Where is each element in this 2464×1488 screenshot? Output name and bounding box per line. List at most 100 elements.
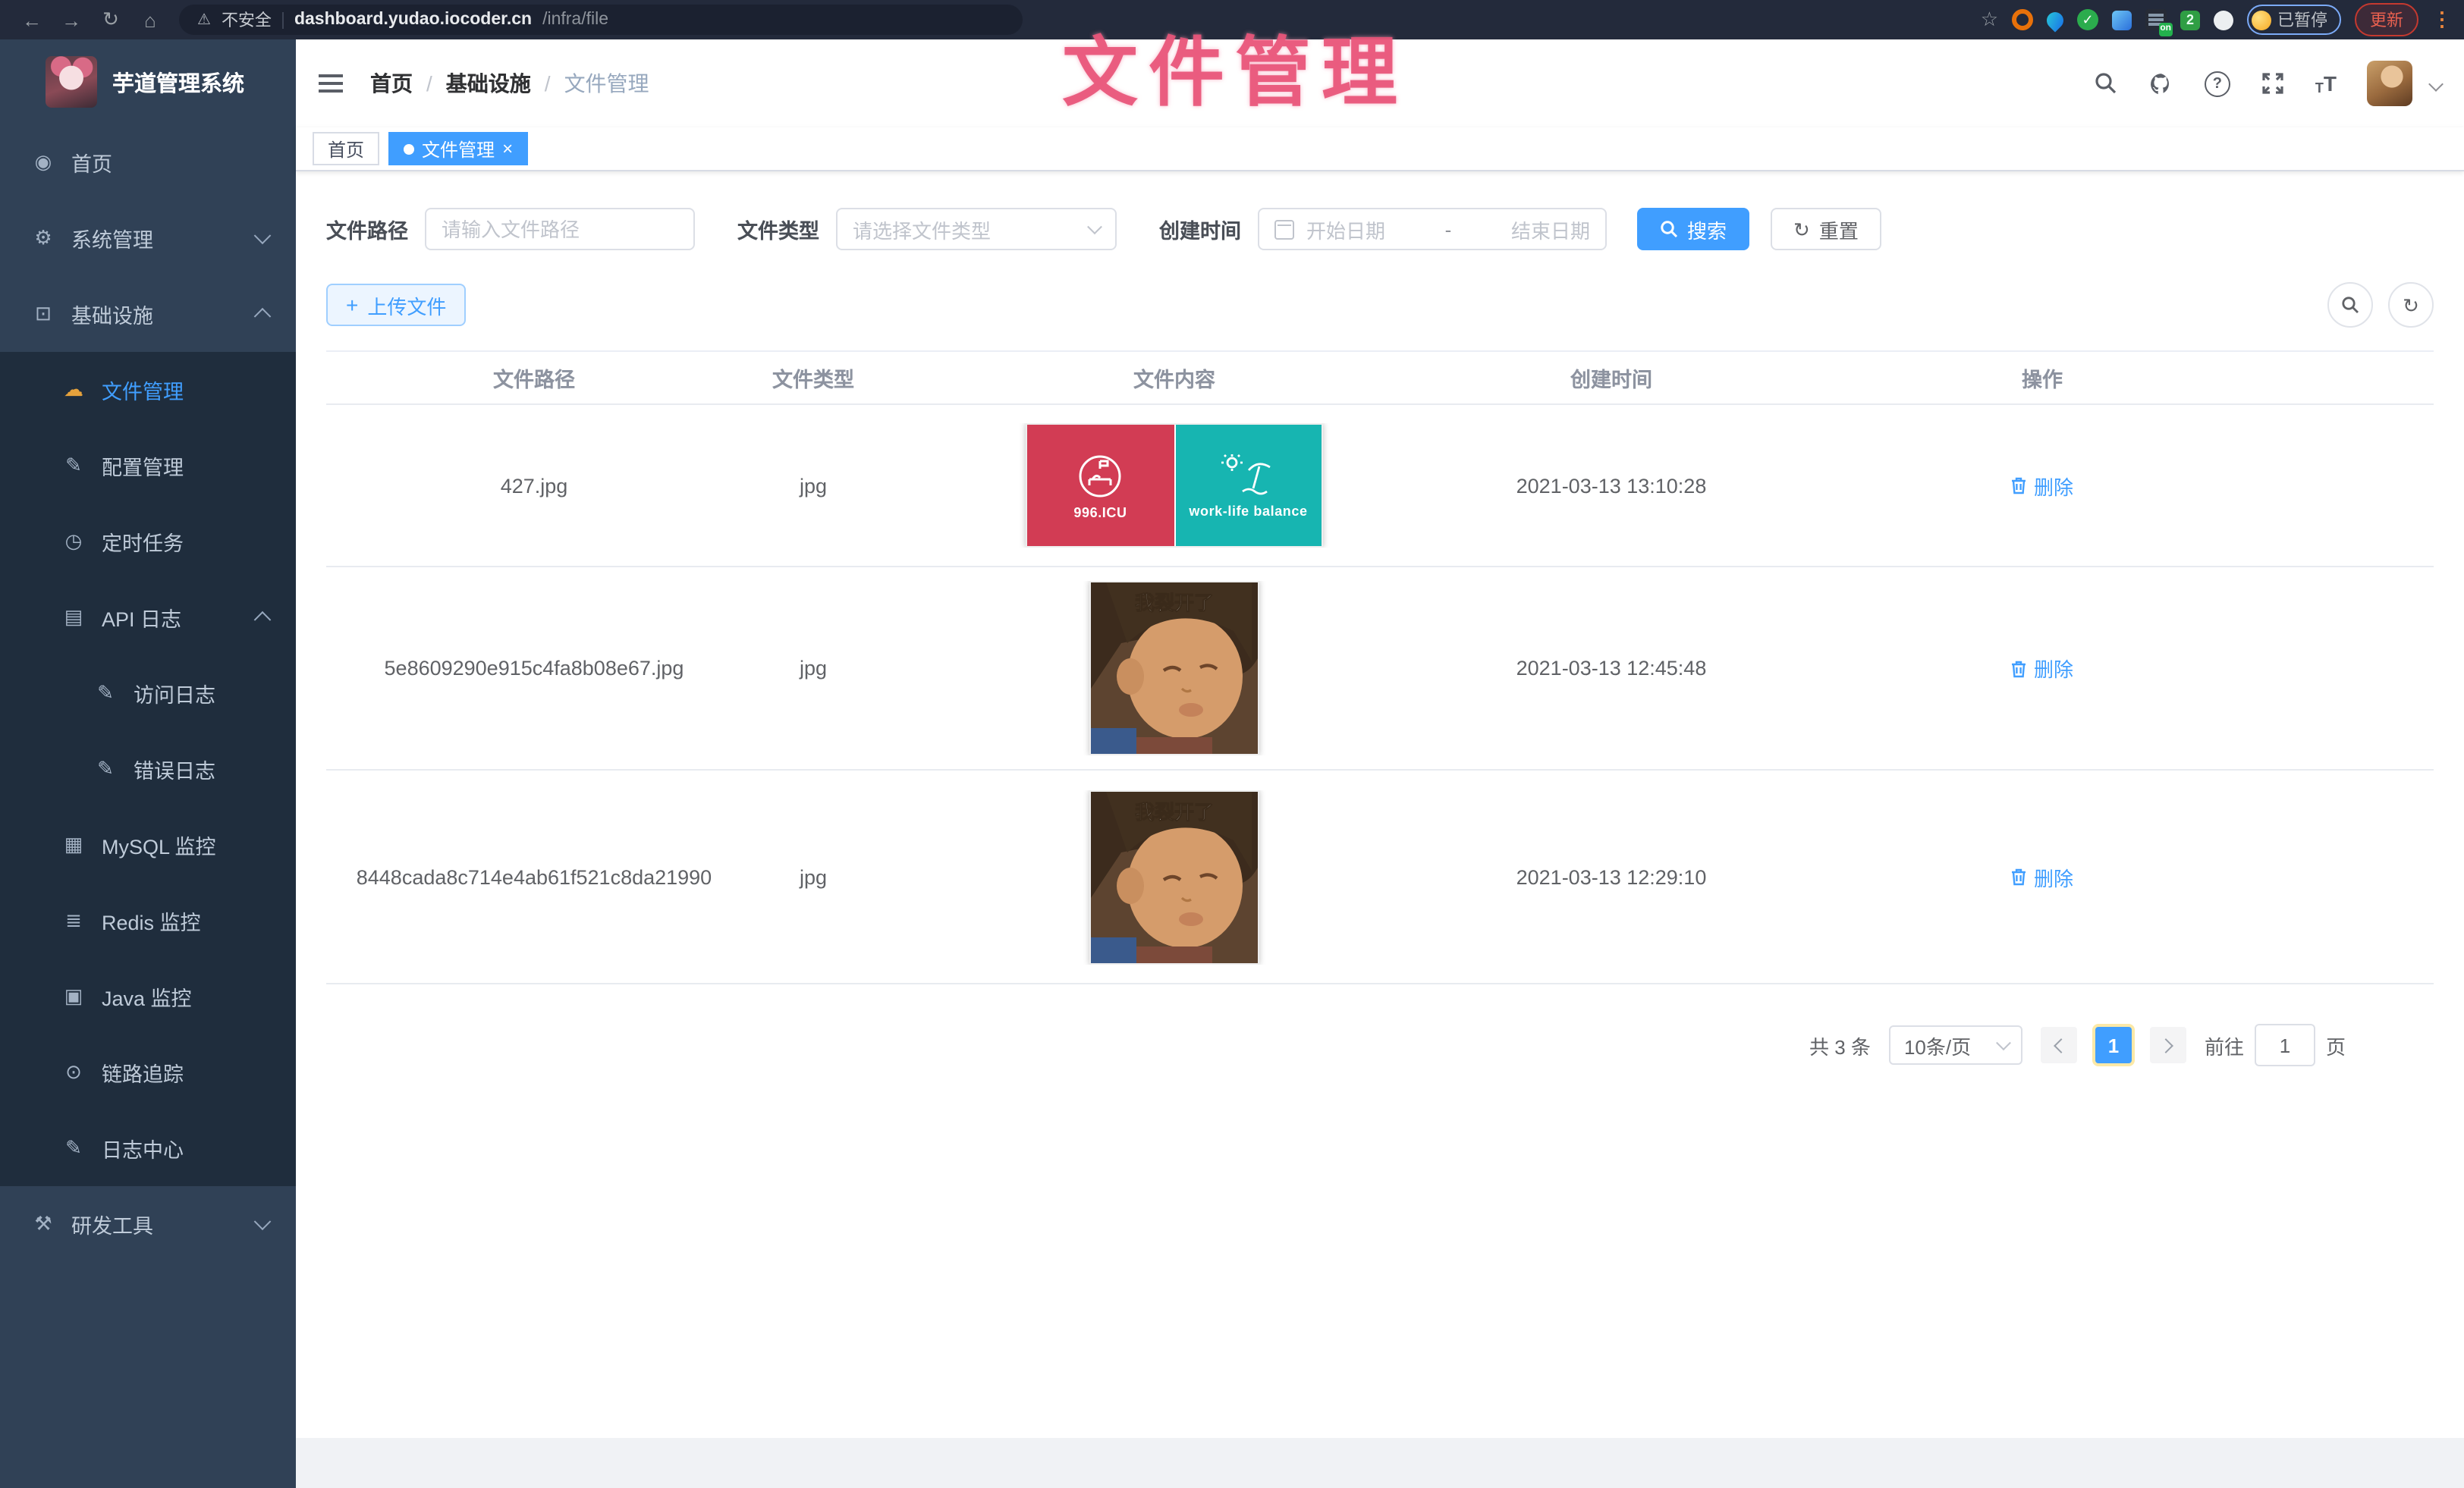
search-button[interactable]: 搜索	[1637, 208, 1749, 250]
help-icon[interactable]: ?	[2205, 71, 2230, 96]
reload-icon[interactable]: ↻	[91, 8, 130, 32]
sidebar-menu: ◉ 首页 ⚙ 系统管理 ⊡ 基础设施 ☁ 文件管理 ✎ 配置管理	[0, 124, 296, 1262]
log-icon: ▤	[62, 605, 85, 629]
total-count: 共 3 条	[1809, 1031, 1871, 1059]
font-size-icon[interactable]: TT	[2315, 71, 2337, 96]
sidebar-item-api-logs[interactable]: ▤ API 日志	[0, 579, 296, 655]
sidebar-item-error-logs[interactable]: ✎ 错误日志	[0, 731, 296, 807]
main-area: 首页 / 基础设施 / 文件管理 ? TT	[296, 39, 2464, 1488]
delete-button[interactable]: 删除	[2011, 862, 2073, 891]
col-header-path: 文件路径	[326, 363, 742, 393]
goto-page-input[interactable]	[2255, 1024, 2315, 1066]
warning-icon: ⚠	[197, 11, 211, 28]
chevron-right-icon	[2158, 1038, 2173, 1053]
breadcrumb-home[interactable]: 首页	[370, 68, 413, 99]
calendar-icon	[1274, 219, 1294, 239]
infra-icon: ⊡	[32, 302, 55, 326]
sidebar-item-system-management[interactable]: ⚙ 系统管理	[0, 200, 296, 276]
sidebar-item-config-management[interactable]: ✎ 配置管理	[0, 428, 296, 504]
forward-icon[interactable]: →	[52, 8, 91, 31]
sidebar-item-trace[interactable]: ⊙ 链路追踪	[0, 1034, 296, 1110]
cloud-icon: ☁	[62, 378, 85, 402]
date-range-picker[interactable]: 开始日期 - 结束日期	[1258, 208, 1607, 250]
tabs-bar: 首页 文件管理 ×	[296, 127, 2464, 171]
sidebar-item-java-monitor[interactable]: ▣ Java 监控	[0, 959, 296, 1034]
col-header-actions: 操作	[1758, 363, 2326, 393]
extension-orange-icon[interactable]	[2012, 9, 2033, 30]
table-row: 5e8609290e915c4fa8b08e67.jpg jpg	[326, 567, 2434, 771]
sidebar-item-dev-tools[interactable]: ⚒ 研发工具	[0, 1186, 296, 1262]
tab-home[interactable]: 首页	[313, 132, 379, 165]
fullscreen-icon[interactable]	[2261, 71, 2285, 96]
svg-text:我裂开了: 我裂开了	[1135, 800, 1214, 823]
sidebar-item-access-logs[interactable]: ✎ 访问日志	[0, 655, 296, 731]
chevron-down-icon[interactable]	[2428, 76, 2444, 91]
reset-button[interactable]: ↻ 重置	[1771, 208, 1881, 250]
breadcrumb-infrastructure[interactable]: 基础设施	[446, 68, 531, 99]
prev-page-button[interactable]	[2041, 1027, 2077, 1063]
refresh-icon: ↻	[1793, 219, 1810, 239]
date-separator: -	[1397, 218, 1499, 240]
paused-extension-pill[interactable]: 已暂停	[2247, 5, 2341, 35]
extension-pin-icon[interactable]	[2043, 8, 2066, 31]
extension-check-icon[interactable]: ✓	[2077, 9, 2098, 30]
sidebar-item-infrastructure[interactable]: ⊡ 基础设施	[0, 276, 296, 352]
app-title: 芋道管理系统	[112, 66, 244, 98]
security-label: 不安全	[222, 8, 272, 32]
file-preview-996icu[interactable]: 996.ICU work-life balance	[1026, 423, 1323, 548]
cell-created-time: 2021-03-13 13:10:28	[1464, 474, 1758, 497]
file-preview-baby-meme[interactable]: 我裂开了	[1089, 581, 1259, 755]
search-icon[interactable]	[2094, 71, 2118, 96]
file-preview-baby-meme[interactable]: 我裂开了	[1089, 790, 1259, 964]
delete-button[interactable]: 删除	[2011, 471, 2073, 500]
extension-green-icon[interactable]: 2	[2180, 10, 2200, 30]
table-row: 427.jpg jpg 996.ICU	[326, 405, 2434, 567]
extension-on-switch-icon[interactable]	[2145, 9, 2167, 30]
sidebar-item-mysql-monitor[interactable]: ▦ MySQL 监控	[0, 807, 296, 883]
pagination: 共 3 条 10条/页 1 前往 页	[326, 1024, 2434, 1066]
beach-icon	[1218, 452, 1279, 501]
start-date-placeholder: 开始日期	[1306, 215, 1385, 243]
cell-file-type: jpg	[742, 865, 885, 888]
sidebar-item-scheduled-tasks[interactable]: ◷ 定时任务	[0, 504, 296, 579]
close-icon[interactable]: ×	[502, 140, 513, 158]
browser-menu-icon[interactable]: ⋮	[2432, 8, 2452, 32]
cell-file-path: 427.jpg	[326, 474, 742, 497]
search-icon	[2341, 296, 2359, 314]
extensions-puzzle-icon[interactable]	[2214, 10, 2233, 30]
next-page-button[interactable]	[2150, 1027, 2186, 1063]
file-path-input[interactable]	[425, 208, 695, 250]
refresh-table-button[interactable]: ↻	[2388, 282, 2434, 328]
breadcrumb: 首页 / 基础设施 / 文件管理	[370, 68, 649, 99]
bookmark-star-icon[interactable]: ☆	[1981, 8, 1998, 32]
sidebar: 芋道管理系统 ◉ 首页 ⚙ 系统管理 ⊡ 基础设施 ☁ 文件管理 ✎	[0, 39, 296, 1488]
github-icon[interactable]	[2148, 71, 2174, 96]
breadcrumb-separator: /	[426, 71, 432, 96]
sidebar-item-home[interactable]: ◉ 首页	[0, 124, 296, 200]
back-icon[interactable]: ←	[12, 8, 52, 31]
collapse-menu-icon[interactable]	[319, 74, 343, 93]
app-logo-row[interactable]: 芋道管理系统	[0, 39, 296, 124]
address-bar[interactable]: ⚠ 不安全 dashboard.yudao.iocoder.cn /infra/…	[179, 5, 1023, 35]
sidebar-item-file-management[interactable]: ☁ 文件管理	[0, 352, 296, 428]
url-path: /infra/file	[542, 11, 608, 29]
file-type-select[interactable]: 请选择文件类型	[836, 208, 1117, 250]
sidebar-item-log-center[interactable]: ✎ 日志中心	[0, 1110, 296, 1186]
delete-button[interactable]: 删除	[2011, 654, 2073, 683]
home-icon[interactable]: ⌂	[130, 8, 170, 31]
browser-update-button[interactable]: 更新	[2355, 3, 2418, 36]
log-icon: ✎	[94, 681, 117, 705]
page-size-select[interactable]: 10条/页	[1889, 1025, 2022, 1065]
tab-file-management[interactable]: 文件管理 ×	[388, 132, 528, 165]
breadcrumb-current: 文件管理	[564, 68, 649, 99]
chevron-down-icon	[1087, 219, 1102, 234]
extension-blue-icon[interactable]	[2112, 10, 2132, 30]
user-avatar[interactable]	[2367, 61, 2412, 106]
file-type-label: 文件类型	[737, 214, 819, 244]
screen: ← → ↻ ⌂ ⚠ 不安全 dashboard.yudao.iocoder.cn…	[0, 0, 2464, 1488]
file-path-label: 文件路径	[326, 214, 408, 244]
upload-file-button[interactable]: + 上传文件	[326, 284, 466, 326]
show-search-button[interactable]	[2327, 282, 2373, 328]
sidebar-item-redis-monitor[interactable]: ≣ Redis 监控	[0, 883, 296, 959]
page-number-1[interactable]: 1	[2095, 1027, 2132, 1063]
